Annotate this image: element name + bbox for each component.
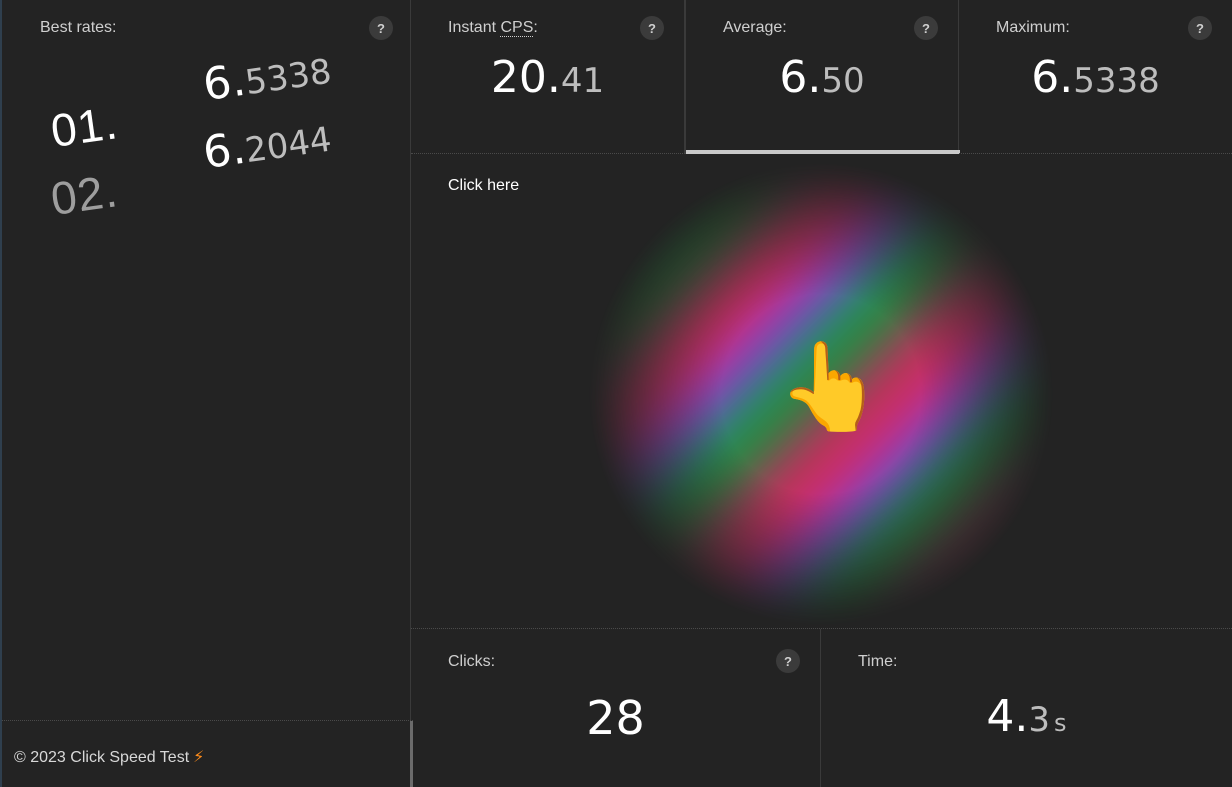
clicks-help-button[interactable]: ? (776, 649, 800, 673)
best-rates-help-button[interactable]: ? (369, 16, 393, 40)
average-help-button[interactable]: ? (914, 16, 938, 40)
instant-cps-help-button[interactable]: ? (640, 16, 664, 40)
average-value: 6.50 (686, 52, 958, 103)
maximum-value: 6.5338 (959, 52, 1232, 103)
time-int: 4. (986, 691, 1029, 742)
clicks-value-wrap: 28 (411, 691, 820, 745)
best-rate-01-int: 6. (199, 54, 249, 111)
time-value: 4.3 s (821, 691, 1232, 742)
rank-01: 01. (47, 96, 122, 158)
best-rate-02-int: 6. (199, 122, 249, 179)
click-area[interactable]: Click here 👆 (411, 154, 1232, 629)
maximum-help-button[interactable]: ? (1188, 16, 1212, 40)
maximum-dec: 5338 (1073, 61, 1160, 101)
instant-cps-dec: 41 (560, 61, 605, 101)
clicks-label: Clicks: (448, 653, 496, 670)
pointing-hand-icon[interactable]: 👆 (777, 344, 884, 430)
best-rates-title: Best rates: (40, 19, 117, 36)
click-speed-test-app: Best rates: ? 01. 6.5338 02. 6.2044 © 20… (0, 0, 1232, 787)
instant-cps-value: 20.41 (411, 52, 684, 103)
average-dec: 50 (821, 61, 865, 101)
average-label: Average: (723, 19, 787, 36)
clicks-panel: Clicks: ? 28 (411, 629, 821, 787)
maximum-int: 6. (1031, 52, 1074, 103)
footer: © 2023 Click Speed Test ⚡ (2, 720, 413, 787)
best-rates-panel: Best rates: ? 01. 6.5338 02. 6.2044 © 20… (0, 0, 413, 787)
lightning-icon: ⚡ (193, 749, 205, 766)
rank-02: 02. (47, 164, 122, 226)
time-unit: s (1054, 709, 1067, 737)
instant-cps-panel: Instant CPS: ? 20.41 (411, 0, 685, 154)
best-rate-02-dec: 2044 (242, 119, 334, 172)
instant-cps-label-prefix: Instant (448, 19, 501, 36)
click-here-label: Click here (448, 177, 520, 194)
instant-cps-label-suffix: : (533, 19, 538, 36)
average-int: 6. (779, 52, 822, 103)
clicks-value: 28 (586, 691, 645, 745)
best-rate-01-dec: 5338 (242, 51, 334, 104)
copyright-text: © 2023 Click Speed Test (14, 749, 190, 766)
best-rate-02: 6.2044 (200, 111, 334, 179)
maximum-label: Maximum: (996, 19, 1070, 36)
footer-copyright: © 2023 Click Speed Test ⚡ (14, 747, 204, 767)
time-label: Time: (858, 653, 898, 670)
average-panel[interactable]: Average: ? 6.50 (685, 0, 960, 154)
time-panel: Time: 4.3 s (821, 629, 1232, 787)
instant-cps-int: 20. (490, 52, 561, 103)
maximum-panel: Maximum: ? 6.5338 (959, 0, 1232, 154)
time-dec: 3 (1028, 700, 1051, 740)
cps-abbreviation: CPS (500, 19, 534, 37)
best-rate-01: 6.5338 (200, 43, 334, 111)
instant-cps-label: Instant CPS: (448, 19, 538, 37)
